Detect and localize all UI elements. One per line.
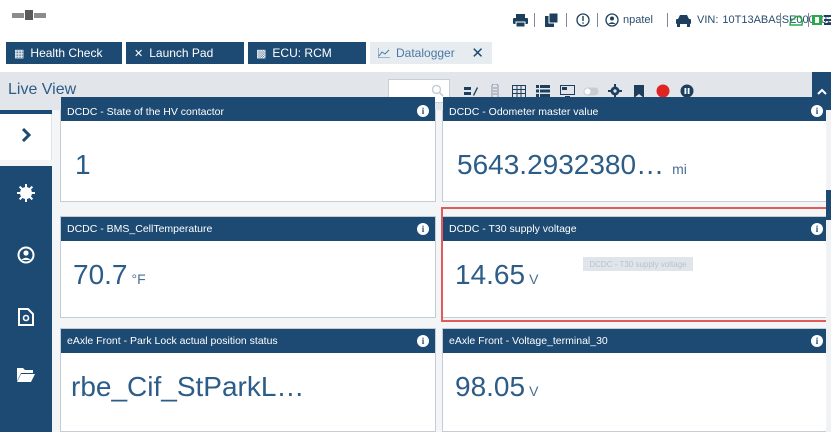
tab-label: Datalogger (396, 46, 455, 60)
file-search-icon (18, 307, 34, 331)
signal-tile[interactable]: eAxle Front - Park Lock actual position … (60, 328, 436, 432)
info-icon[interactable]: i (811, 105, 823, 117)
tile-title: eAxle Front - Voltage_terminal_30 (449, 335, 608, 347)
tile-value: 5643.2932380… mi (457, 149, 687, 180)
info-icon[interactable]: i (417, 335, 429, 347)
alert-icon[interactable] (576, 12, 590, 28)
car-icon (675, 14, 692, 27)
rocket-icon: ✕ (134, 47, 144, 60)
tile-title: DCDC - BMS_CellTemperature (67, 223, 213, 235)
sidebar-item-ecu[interactable] (0, 172, 52, 218)
signal-tile[interactable]: DCDC - State of the HV contactor i 1 (60, 97, 436, 202)
selection-highlight (441, 207, 830, 322)
signal-tile[interactable]: eAxle Front - Voltage_terminal_30 i 98.0… (442, 328, 830, 432)
info-icon[interactable]: i (417, 223, 429, 235)
vin-label: VIN: (697, 14, 719, 26)
close-icon[interactable]: ✕ (471, 44, 484, 62)
chart-line-icon (378, 48, 390, 58)
tile-value: rbe_Cif_StParkL… (71, 371, 305, 402)
tab-label: Health Check (30, 46, 103, 60)
info-icon[interactable]: i (417, 105, 429, 117)
tab-ecu-rcm[interactable]: ▩ ECU: RCM (248, 42, 366, 64)
tile-unit: mi (672, 161, 687, 177)
top-bar: npatel VIN: 10T13ABA9SE000202 (0, 0, 831, 38)
folder-open-icon (17, 367, 35, 387)
info-icon[interactable]: i (811, 335, 823, 347)
tab-label: ECU: RCM (272, 46, 332, 60)
tab-health-check[interactable]: ▦ Health Check (6, 42, 122, 64)
menu-icon[interactable] (824, 12, 831, 28)
tile-value: 70.7 °F (73, 259, 146, 290)
scrollbar[interactable] (826, 110, 831, 432)
user-icon (17, 246, 35, 269)
sidebar-item-profile[interactable] (0, 234, 52, 280)
signal-tile[interactable]: DCDC - Odometer master value i 5643.2932… (442, 97, 830, 202)
user-name: npatel (623, 14, 653, 26)
tile-title: DCDC - Odometer master value (449, 106, 599, 118)
battery-icon[interactable] (812, 12, 824, 28)
car-icon: ▦ (14, 47, 25, 60)
tile-header: DCDC - Odometer master value i (443, 97, 829, 121)
tab-label: Launch Pad (149, 46, 214, 60)
tile-title: eAxle Front - Park Lock actual position … (67, 335, 278, 347)
tile-unit: V (529, 383, 539, 399)
cloud-icon[interactable] (788, 12, 804, 28)
tile-header: DCDC - BMS_CellTemperature i (61, 217, 435, 241)
tile-header: DCDC - State of the HV contactor i (61, 97, 435, 121)
tile-title: DCDC - State of the HV contactor (67, 106, 224, 118)
user-icon (605, 13, 619, 27)
tab-launch-pad[interactable]: ✕ Launch Pad (126, 42, 244, 64)
brand-logo (12, 10, 46, 20)
gear-icon (17, 183, 35, 207)
chip-icon: ▩ (256, 47, 267, 60)
tile-value: 1 (75, 149, 91, 180)
tile-value: 98.05 V (455, 371, 539, 402)
tile-header: eAxle Front - Park Lock actual position … (61, 329, 435, 353)
print-icon[interactable] (513, 12, 528, 28)
tile-header: eAxle Front - Voltage_terminal_30 i (443, 329, 829, 353)
signal-tile[interactable]: DCDC - BMS_CellTemperature i 70.7 °F (60, 216, 436, 318)
copy-icon[interactable] (545, 12, 558, 28)
sidebar-item-file-search[interactable] (0, 296, 52, 342)
tile-unit: °F (131, 271, 146, 287)
expand-sidebar-button[interactable] (0, 114, 52, 160)
tab-bar: ▦ Health Check ✕ Launch Pad ▩ ECU: RCM D… (0, 38, 831, 64)
scrollbar-thumb[interactable] (826, 190, 831, 220)
search-icon (431, 84, 444, 97)
tab-datalogger[interactable]: Datalogger ✕ (370, 42, 492, 64)
user-menu[interactable]: npatel (605, 12, 653, 28)
sidebar-item-folder[interactable] (0, 354, 52, 400)
chevron-right-icon (21, 127, 31, 147)
left-sidebar (0, 110, 52, 432)
